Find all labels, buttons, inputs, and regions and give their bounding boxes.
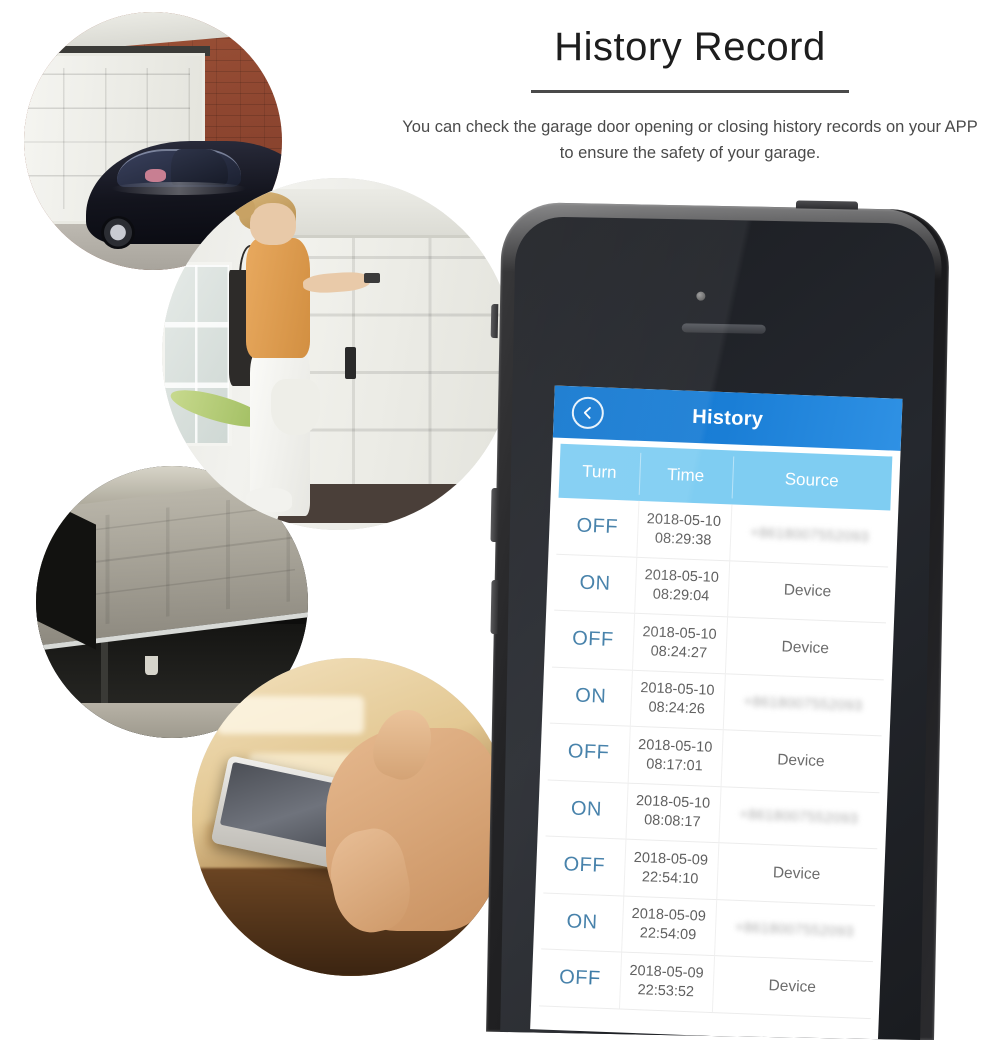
app-title: History xyxy=(691,405,764,431)
cell-time: 2018-05-10 08:08:17 xyxy=(625,783,720,842)
cell-turn: OFF xyxy=(563,853,606,878)
cell-time-text: 2018-05-10 08:29:04 xyxy=(644,567,720,605)
photo-woman-using-garage-remote xyxy=(162,178,514,530)
cell-source-device: Device xyxy=(781,638,830,658)
history-table: Turn Time Source OFF 2018-05-10 08:29:38 +… xyxy=(531,438,901,1019)
phone-mockup: History Turn Time Source OFF 2018-05-10 0… xyxy=(486,200,950,1040)
interior-bucket xyxy=(144,656,159,676)
cell-turn: OFF xyxy=(567,740,610,765)
column-header-turn[interactable]: Turn xyxy=(559,444,641,501)
cell-source: Device xyxy=(716,843,877,905)
cell-turn: ON xyxy=(574,684,607,708)
earpiece-speaker xyxy=(681,323,766,334)
cell-source: Device xyxy=(725,617,886,679)
garage-door-header-panel xyxy=(267,188,514,238)
table-row[interactable]: OFF 2018-05-09 22:53:52 Device xyxy=(539,949,873,1019)
column-header-time[interactable]: Time xyxy=(638,447,733,505)
cell-source: Device xyxy=(720,730,881,792)
cell-source: Device xyxy=(727,561,888,623)
volume-up-button[interactable] xyxy=(490,487,499,543)
background-blur-shape xyxy=(217,696,364,735)
cell-time: 2018-05-09 22:54:10 xyxy=(623,840,718,899)
cell-time-text: 2018-05-09 22:53:52 xyxy=(629,962,704,1001)
carried-jacket xyxy=(271,378,321,435)
cell-source: Device xyxy=(712,956,873,1018)
cell-turn: ON xyxy=(579,571,612,595)
column-header-source[interactable]: Source xyxy=(731,450,892,510)
back-button[interactable] xyxy=(571,396,605,430)
cell-time-text: 2018-05-10 08:17:01 xyxy=(637,736,713,775)
page-header: History Record You can check the garage … xyxy=(400,22,980,166)
photo-hand-holding-smartphone xyxy=(192,658,510,976)
cell-time-text: 2018-05-09 22:54:09 xyxy=(631,906,707,944)
page-subtitle: You can check the garage door opening or… xyxy=(402,118,978,162)
garage-remote-control xyxy=(364,273,381,283)
cell-time: 2018-05-10 08:29:38 xyxy=(636,501,731,560)
cell-turn: ON xyxy=(566,910,599,934)
front-camera-icon xyxy=(696,291,706,301)
cell-source: +8618007552093 xyxy=(729,504,890,566)
page-title: History Record xyxy=(554,25,826,69)
cell-source-phone-number: +8618007552093 xyxy=(743,694,863,715)
cell-source: +8618007552093 xyxy=(722,674,883,736)
silent-switch-button[interactable] xyxy=(490,303,499,339)
shoe xyxy=(246,487,293,513)
car-wheel xyxy=(101,215,135,250)
cell-time: 2018-05-10 08:24:26 xyxy=(630,670,725,729)
cell-source: +8618007552093 xyxy=(718,787,879,849)
cell-turn: OFF xyxy=(558,966,602,990)
cell-turn: OFF xyxy=(576,514,619,539)
phone-bezel: History Turn Time Source OFF 2018-05-10 0… xyxy=(500,216,936,1040)
title-divider xyxy=(531,90,849,93)
cell-source-device: Device xyxy=(768,976,817,996)
cell-time-text: 2018-05-09 22:54:10 xyxy=(633,849,709,888)
cell-time-text: 2018-05-10 08:24:27 xyxy=(642,623,717,662)
cell-time: 2018-05-09 22:54:09 xyxy=(621,896,716,955)
garage-door-lock xyxy=(345,346,357,379)
app-screen: History Turn Time Source OFF 2018-05-10 0… xyxy=(530,385,903,1040)
cell-source: +8618007552093 xyxy=(714,900,875,962)
cell-source-phone-number: +8618007552093 xyxy=(749,524,870,546)
cell-time-text: 2018-05-10 08:24:26 xyxy=(640,680,715,718)
cell-turn: OFF xyxy=(571,627,615,652)
chevron-left-icon xyxy=(581,406,596,421)
orange-top xyxy=(246,237,310,358)
power-button[interactable] xyxy=(795,200,859,210)
head xyxy=(250,202,296,245)
cell-source-phone-number: +8618007552093 xyxy=(739,807,859,828)
cell-source-device: Device xyxy=(772,864,821,883)
cell-source-device: Device xyxy=(783,581,832,601)
cell-time-text: 2018-05-10 08:08:17 xyxy=(635,793,711,831)
cell-source-phone-number: +8618007552093 xyxy=(734,920,855,941)
volume-down-button[interactable] xyxy=(490,579,499,635)
cell-turn: ON xyxy=(570,797,603,821)
cell-time-text: 2018-05-10 08:29:38 xyxy=(646,510,722,549)
cell-time: 2018-05-10 08:24:27 xyxy=(632,614,727,673)
table-body: OFF 2018-05-10 08:29:38 +8618007552093 ON 20… xyxy=(539,497,891,1019)
cell-source-device: Device xyxy=(776,751,825,770)
cell-time: 2018-05-10 08:29:04 xyxy=(634,557,729,616)
cell-time: 2018-05-10 08:17:01 xyxy=(627,727,722,786)
cell-time: 2018-05-09 22:53:52 xyxy=(619,952,714,1011)
